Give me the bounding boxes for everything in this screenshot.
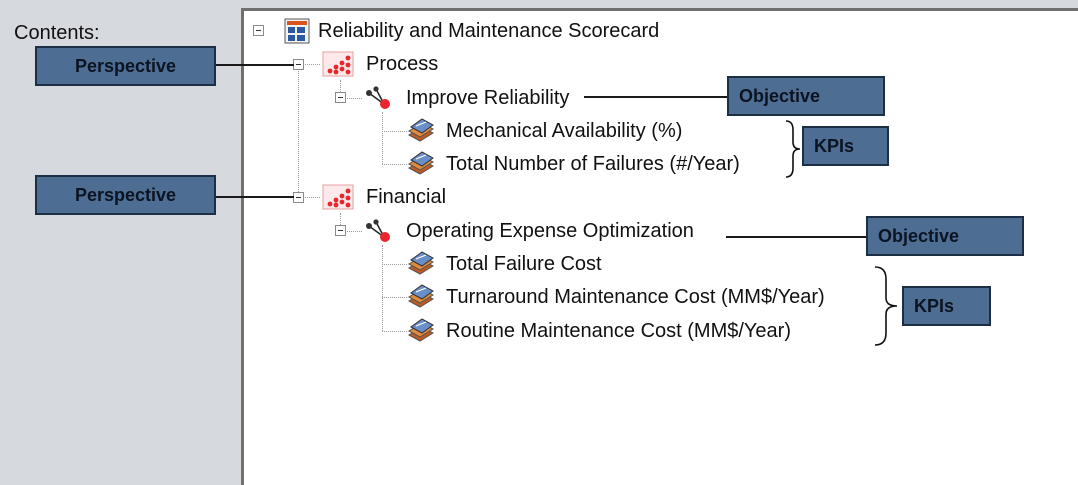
tree-node-kpi[interactable]: Mechanical Availability (%)	[406, 117, 682, 145]
tree-node-perspective-financial[interactable]: Financial	[322, 183, 446, 211]
callout-leader-line	[216, 196, 294, 198]
tree-node-label: Improve Reliability	[406, 86, 570, 109]
tree-node-label: Operating Expense Optimization	[406, 219, 694, 242]
tree-node-perspective-process[interactable]: Process	[322, 50, 438, 78]
kpi-icon	[408, 284, 434, 308]
callout-perspective: Perspective	[35, 175, 216, 215]
collapse-toggle-process[interactable]	[293, 59, 304, 70]
tree-connector	[382, 164, 407, 165]
collapse-toggle-financial[interactable]	[293, 192, 304, 203]
tree-node-kpi[interactable]: Turnaround Maintenance Cost (MM$/Year)	[406, 283, 825, 311]
perspective-icon	[322, 51, 354, 77]
tree-node-label: Routine Maintenance Cost (MM$/Year)	[446, 319, 791, 342]
tree-node-objective-improve-reliability[interactable]: Improve Reliability	[364, 84, 569, 112]
callout-kpis: KPIs	[902, 286, 991, 326]
contents-label: Contents:	[14, 22, 100, 44]
callout-leader-line	[584, 96, 727, 98]
collapse-toggle-operating-expense[interactable]	[335, 225, 346, 236]
tree-node-kpi[interactable]: Routine Maintenance Cost (MM$/Year)	[406, 317, 791, 345]
objective-icon	[366, 219, 390, 242]
kpi-icon	[408, 251, 434, 275]
callout-leader-line	[216, 64, 294, 66]
tree-node-kpi[interactable]: Total Failure Cost	[406, 250, 602, 278]
tree-connector	[382, 245, 383, 331]
tree-node-label: Total Number of Failures (#/Year)	[446, 152, 740, 175]
callout-objective: Objective	[866, 216, 1024, 256]
tree-node-label: Financial	[366, 185, 447, 208]
tree-node-objective-operating-expense[interactable]: Operating Expense Optimization	[364, 217, 694, 245]
perspective-icon	[322, 184, 354, 210]
callout-kpis: KPIs	[802, 126, 889, 166]
kpi-icon	[408, 118, 434, 142]
tree-node-label: Process	[366, 52, 439, 75]
tree-node-root[interactable]: Reliability and Maintenance Scorecard	[284, 17, 659, 45]
collapse-toggle-root[interactable]	[253, 25, 264, 36]
tree-connector	[382, 112, 383, 164]
tree-connector	[382, 331, 407, 332]
kpi-icon	[408, 318, 434, 342]
tree-node-label: Reliability and Maintenance Scorecard	[318, 19, 660, 42]
tree-node-label: Turnaround Maintenance Cost (MM$/Year)	[446, 285, 825, 308]
callout-leader-line	[726, 236, 866, 238]
tree-connector	[298, 65, 299, 200]
tree-node-label: Total Failure Cost	[446, 252, 602, 275]
objective-icon	[366, 86, 390, 109]
scorecard-icon	[284, 18, 310, 44]
tree-node-label: Mechanical Availability (%)	[446, 119, 683, 142]
collapse-toggle-improve-reliability[interactable]	[335, 92, 346, 103]
kpi-icon	[408, 151, 434, 175]
tree-node-kpi[interactable]: Total Number of Failures (#/Year)	[406, 150, 740, 178]
tree-connector	[382, 131, 407, 132]
tree-connector	[382, 264, 407, 265]
callout-perspective: Perspective	[35, 46, 216, 86]
kpis-brace	[785, 120, 801, 178]
callout-objective: Objective	[727, 76, 885, 116]
kpis-brace	[874, 266, 898, 346]
tree-connector	[382, 297, 407, 298]
